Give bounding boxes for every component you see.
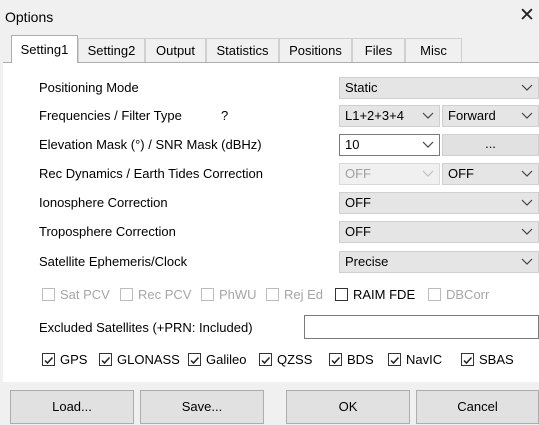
- sat-pcv-checkbox: [42, 288, 55, 301]
- bds-checkbox[interactable]: [329, 353, 342, 366]
- positioning-mode-label: Positioning Mode: [39, 80, 139, 95]
- checkmark-icon: [261, 356, 271, 365]
- tab-misc[interactable]: Misc: [405, 38, 462, 62]
- snr-mask-button[interactable]: ...: [442, 134, 539, 156]
- galileo-checkbox[interactable]: [188, 353, 201, 366]
- gps-checkbox[interactable]: [42, 353, 55, 366]
- chevron-down-icon: [422, 141, 434, 149]
- ephemeris-value: Precise: [345, 254, 389, 269]
- chevron-down-icon: [521, 258, 533, 266]
- rec-pcv-label: Rec PCV: [138, 287, 192, 302]
- frequencies-select[interactable]: L1+2+3+4: [339, 105, 440, 127]
- tab-output[interactable]: Output: [145, 38, 206, 62]
- chevron-down-icon: [521, 84, 533, 92]
- tab-positions[interactable]: Positions: [279, 38, 352, 62]
- cancel-button[interactable]: Cancel: [416, 390, 539, 424]
- troposphere-select[interactable]: OFF: [339, 221, 539, 243]
- dbcorr-label: DBCorr: [446, 287, 490, 302]
- rec-pcv-checkbox: [120, 288, 133, 301]
- gps-label: GPS: [60, 352, 88, 367]
- bds-label: BDS: [347, 352, 374, 367]
- navic-checkbox[interactable]: [388, 353, 401, 366]
- rej-ed-checkbox: [266, 288, 279, 301]
- excluded-satellites-label: Excluded Satellites (+PRN: Included): [39, 320, 253, 335]
- elevation-mask-select[interactable]: 10: [339, 134, 440, 156]
- excluded-satellites-input[interactable]: [304, 315, 539, 339]
- rec-dynamics-value: OFF: [345, 166, 371, 181]
- dbcorr-checkbox: [428, 288, 441, 301]
- chevron-down-icon: [422, 112, 434, 120]
- frequencies-label: Frequencies / Filter Type: [39, 108, 182, 123]
- troposphere-value: OFF: [345, 224, 371, 239]
- checkmark-icon: [44, 356, 54, 365]
- galileo-label: Galileo: [206, 352, 247, 367]
- tab-files[interactable]: Files: [352, 38, 405, 62]
- glonass-label: GLONASS: [117, 352, 180, 367]
- checkmark-icon: [190, 356, 200, 365]
- qzss-label: QZSS: [277, 352, 313, 367]
- save-button[interactable]: Save...: [140, 390, 264, 424]
- sbas-label: SBAS: [479, 352, 514, 367]
- phwu-label: PhWU: [219, 287, 257, 302]
- earth-tides-value: OFF: [448, 166, 474, 181]
- checkmark-icon: [331, 356, 341, 365]
- filter-type-select[interactable]: Forward: [442, 105, 539, 127]
- ionosphere-value: OFF: [345, 195, 371, 210]
- frequencies-value: L1+2+3+4: [345, 108, 404, 123]
- qzss-checkbox[interactable]: [259, 353, 272, 366]
- filter-type-value: Forward: [448, 108, 496, 123]
- phwu-checkbox: [201, 288, 214, 301]
- positioning-mode-value: Static: [345, 80, 378, 95]
- close-icon[interactable]: ✕: [519, 6, 535, 26]
- tab-statistics[interactable]: Statistics: [206, 38, 279, 62]
- help-icon[interactable]: ?: [221, 108, 228, 123]
- ionosphere-label: Ionosphere Correction: [39, 195, 168, 210]
- elevation-mask-value: 10: [345, 137, 360, 152]
- window-title: Options: [5, 9, 54, 25]
- positioning-mode-select[interactable]: Static: [339, 77, 539, 99]
- rej-ed-label: Rej Ed: [284, 287, 324, 302]
- load-button[interactable]: Load...: [10, 390, 134, 424]
- checkmark-icon: [101, 356, 111, 365]
- rec-dynamics-select: OFF: [339, 163, 440, 185]
- earth-tides-select[interactable]: OFF: [442, 163, 539, 185]
- sbas-checkbox[interactable]: [461, 353, 474, 366]
- chevron-down-icon: [521, 170, 533, 178]
- raim-fde-checkbox[interactable]: [335, 288, 348, 301]
- chevron-down-icon: [422, 170, 434, 178]
- ionosphere-select[interactable]: OFF: [339, 192, 539, 214]
- checkmark-icon: [390, 356, 400, 365]
- rec-dynamics-label: Rec Dynamics / Earth Tides Correction: [39, 166, 263, 181]
- navic-label: NavIC: [406, 352, 443, 367]
- raim-fde-label: RAIM FDE: [353, 287, 416, 302]
- chevron-down-icon: [521, 228, 533, 236]
- ephemeris-label: Satellite Ephemeris/Clock: [39, 254, 188, 269]
- tab-setting1[interactable]: Setting1: [11, 35, 78, 63]
- checkmark-icon: [463, 356, 473, 365]
- sat-pcv-label: Sat PCV: [60, 287, 110, 302]
- elevation-mask-label: Elevation Mask (°) / SNR Mask (dBHz): [39, 137, 262, 152]
- ephemeris-select[interactable]: Precise: [339, 251, 539, 273]
- chevron-down-icon: [521, 199, 533, 207]
- tab-setting2[interactable]: Setting2: [78, 38, 145, 62]
- glonass-checkbox[interactable]: [99, 353, 112, 366]
- troposphere-label: Troposphere Correction: [39, 224, 176, 239]
- chevron-down-icon: [521, 112, 533, 120]
- ok-button[interactable]: OK: [286, 390, 410, 424]
